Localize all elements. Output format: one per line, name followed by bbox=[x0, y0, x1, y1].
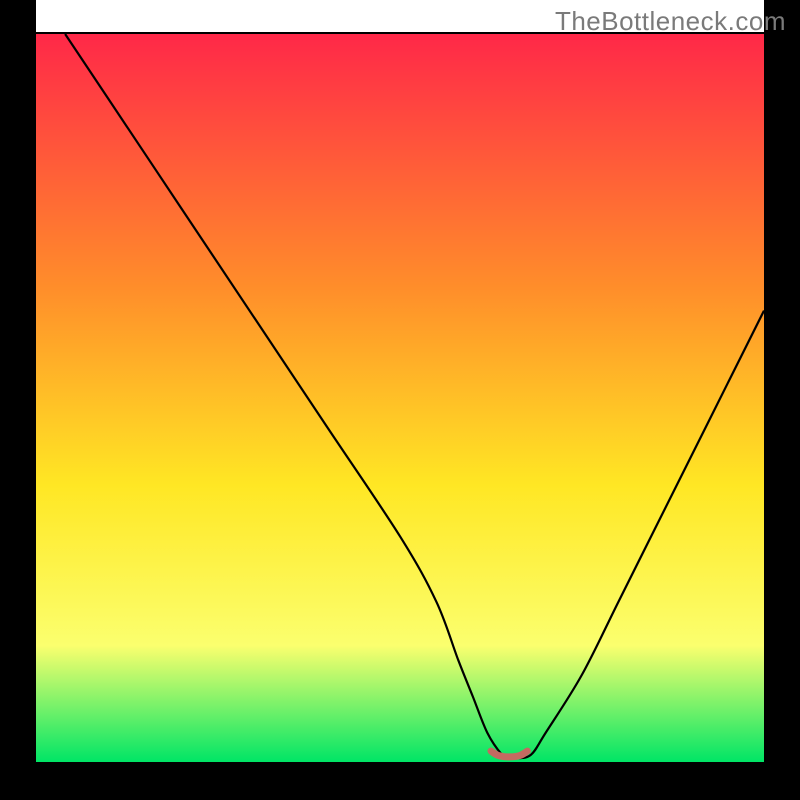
frame-left bbox=[0, 0, 36, 800]
plot-background bbox=[36, 34, 764, 762]
frame-bottom bbox=[0, 762, 800, 800]
watermark-text: TheBottleneck.com bbox=[555, 6, 786, 37]
frame-right bbox=[764, 0, 800, 800]
chart-container: TheBottleneck.com bbox=[0, 0, 800, 800]
bottleneck-chart bbox=[0, 0, 800, 800]
